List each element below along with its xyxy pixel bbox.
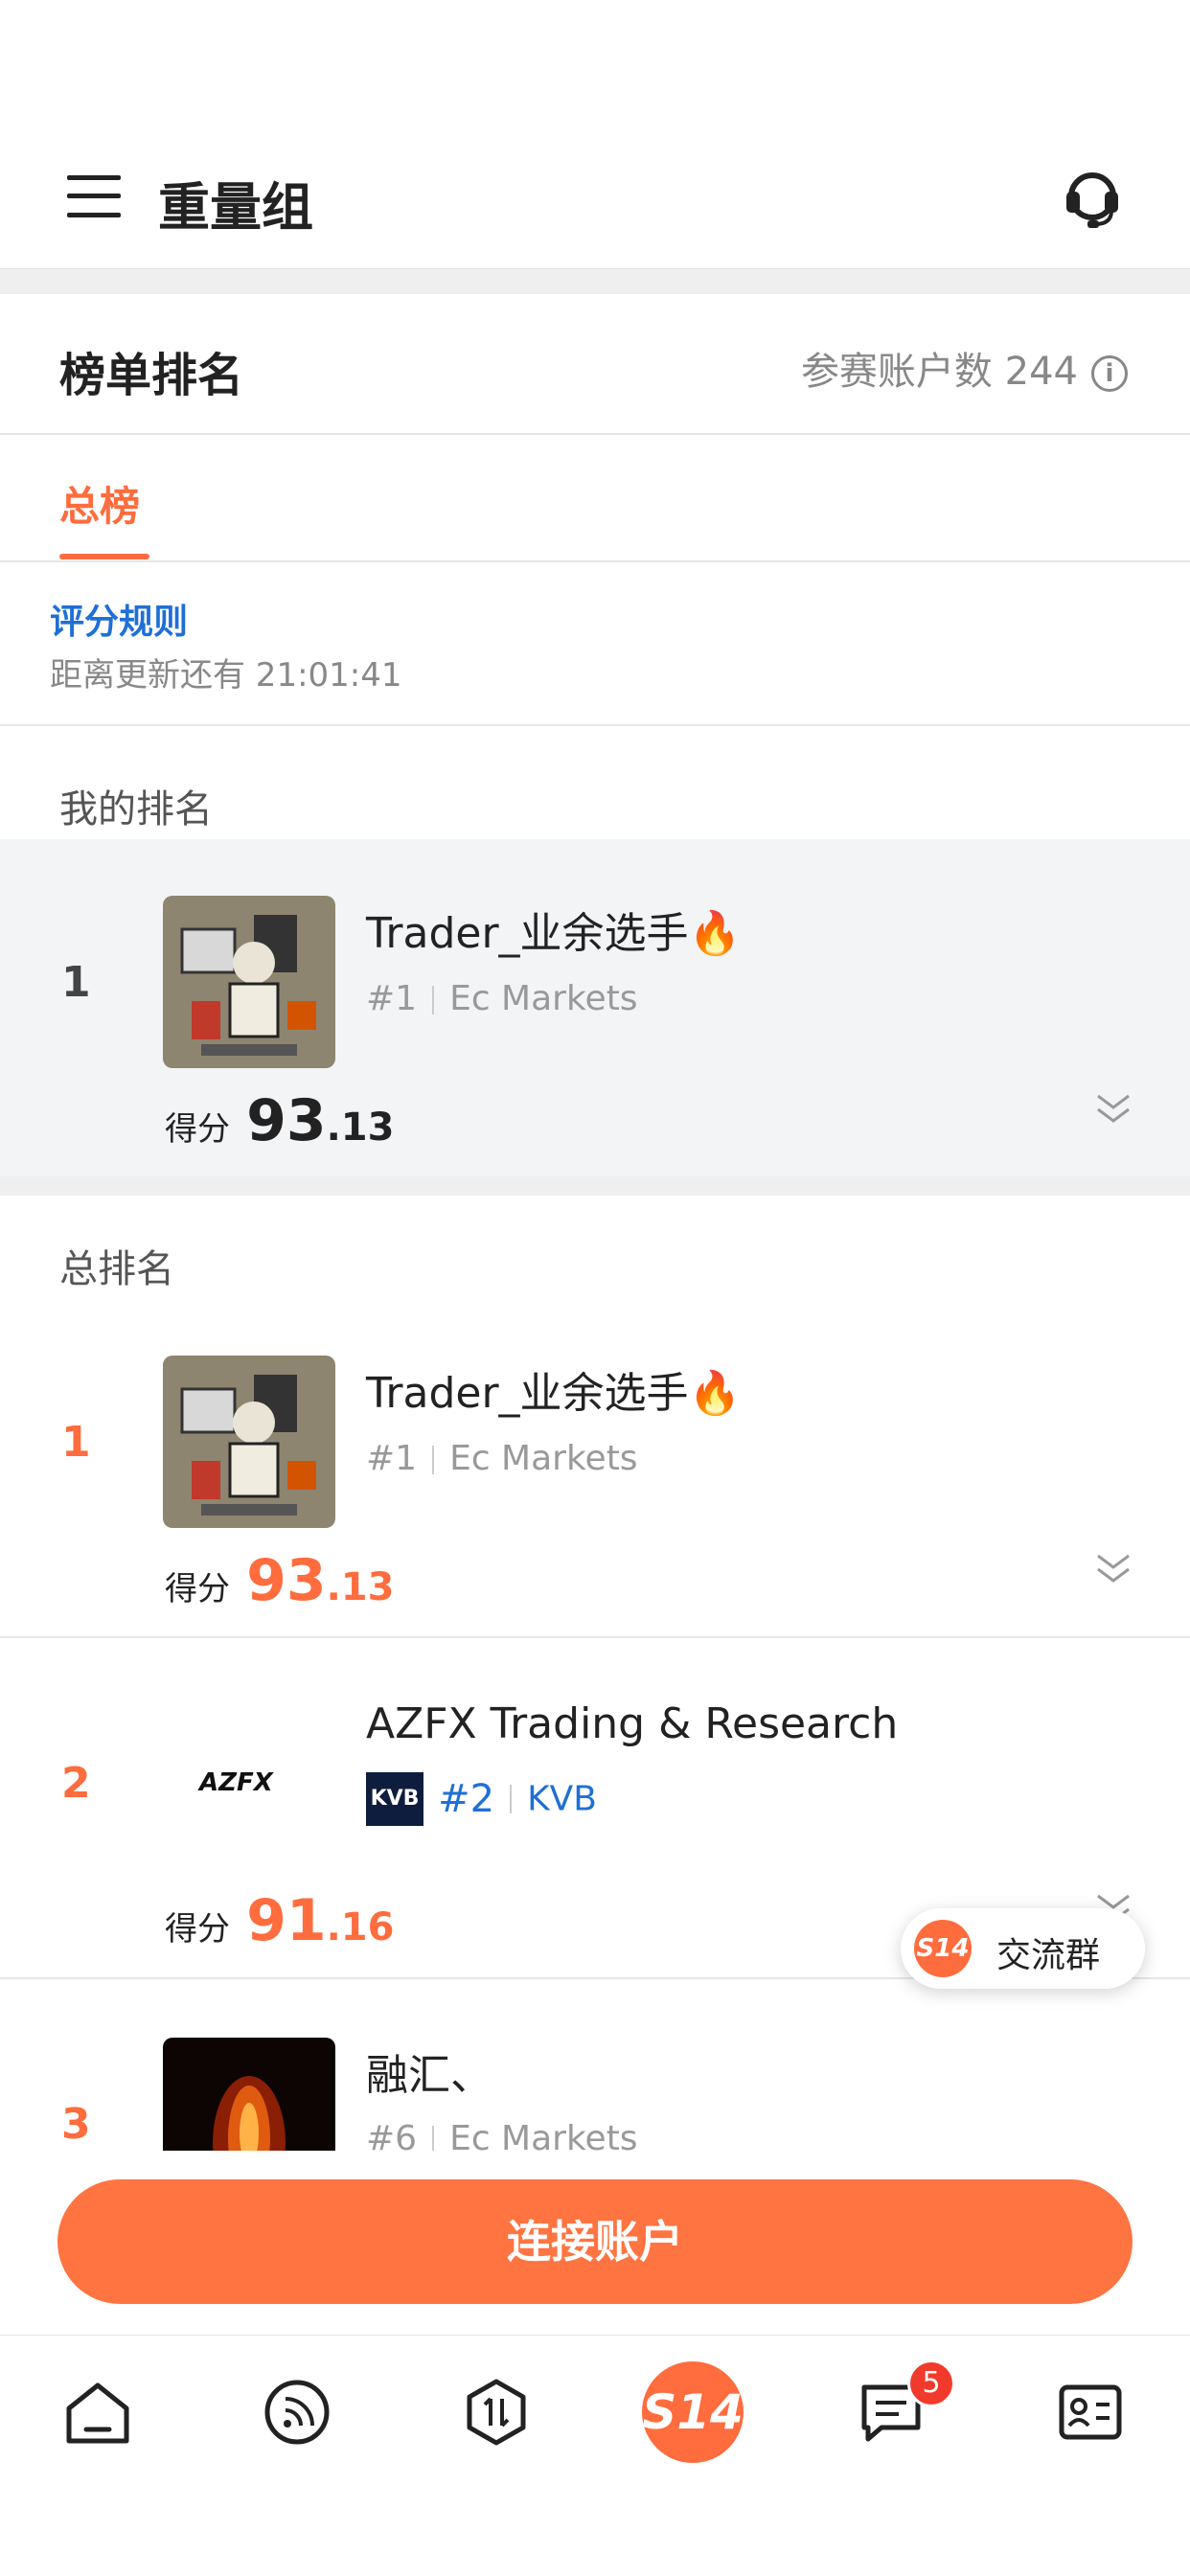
- rank-number: 1: [61, 1418, 91, 1467]
- score: 得分 93.13: [165, 1547, 395, 1614]
- update-countdown: 距离更新还有 21:01:41: [50, 656, 402, 695]
- divider: [0, 433, 1190, 435]
- s14-logo-icon: S14: [914, 1920, 972, 1977]
- separator: [432, 1446, 435, 1474]
- fire-icon: 🔥: [688, 1369, 742, 1418]
- chat-label: 交流群: [996, 1936, 1101, 1975]
- message-count-badge: 5: [907, 2359, 955, 2407]
- headset-icon[interactable]: [1059, 165, 1126, 232]
- tab-overall[interactable]: 总榜: [59, 474, 140, 533]
- leaderboard-title: 榜单排名: [59, 349, 244, 402]
- profile-icon[interactable]: [1052, 2374, 1129, 2451]
- fire-icon: 🔥: [688, 909, 742, 958]
- section-gap: [0, 269, 1190, 294]
- bottom-nav: [0, 2335, 1190, 2576]
- trader-name[interactable]: AZFX Trading & Research: [366, 1699, 898, 1748]
- participants-count[interactable]: 参赛账户数 244 i: [801, 340, 1128, 396]
- azfx-logo[interactable]: AZFX: [163, 1696, 335, 1868]
- feed-icon[interactable]: [259, 2374, 335, 2451]
- trader-name: Trader_业余选手🔥: [366, 909, 742, 958]
- score: 得分 91.16: [165, 1887, 395, 1954]
- tab-indicator: [59, 554, 149, 559]
- connect-account-button[interactable]: 连接账户: [57, 2179, 1133, 2304]
- score: 得分 93.13: [165, 1087, 395, 1154]
- page-title: 重量组: [158, 177, 313, 238]
- my-rank-label: 我的排名: [59, 787, 213, 832]
- trade-icon[interactable]: [458, 2374, 535, 2451]
- divider: [0, 1636, 1190, 1638]
- trader-name[interactable]: 融汇、: [366, 2040, 492, 2102]
- avatar: [163, 896, 335, 1068]
- my-rank-number: 1: [61, 958, 91, 1007]
- divider: [0, 560, 1190, 562]
- chevron-down-icon[interactable]: [1094, 1092, 1133, 1127]
- trader-name[interactable]: Trader_业余选手🔥: [366, 1358, 741, 1420]
- menu-icon[interactable]: [67, 175, 121, 217]
- rank-number: 3: [61, 2100, 91, 2149]
- overall-rank-label: 总排名: [59, 1247, 174, 1291]
- divider: [0, 724, 1190, 726]
- chevron-down-icon[interactable]: [1094, 1552, 1133, 1586]
- rank-number: 2: [61, 1759, 91, 1808]
- home-icon[interactable]: [59, 2374, 136, 2451]
- avatar[interactable]: [163, 1356, 335, 1528]
- s14-icon[interactable]: S14: [642, 2361, 744, 2463]
- trader-meta: #1 Ec Markets: [366, 979, 638, 1018]
- section-gap: [0, 1176, 1190, 1196]
- kvb-badge: KVB: [366, 1772, 423, 1826]
- trader-meta: #1 Ec Markets: [366, 1439, 638, 1478]
- scoring-rules-link[interactable]: 评分规则: [50, 594, 188, 644]
- trader-meta: KVB #2 KVB: [366, 1772, 597, 1826]
- separator: [432, 986, 435, 1014]
- separator: [510, 1785, 513, 1813]
- info-icon[interactable]: i: [1091, 355, 1128, 392]
- community-chat-button[interactable]: S14 交流群: [901, 1908, 1145, 1989]
